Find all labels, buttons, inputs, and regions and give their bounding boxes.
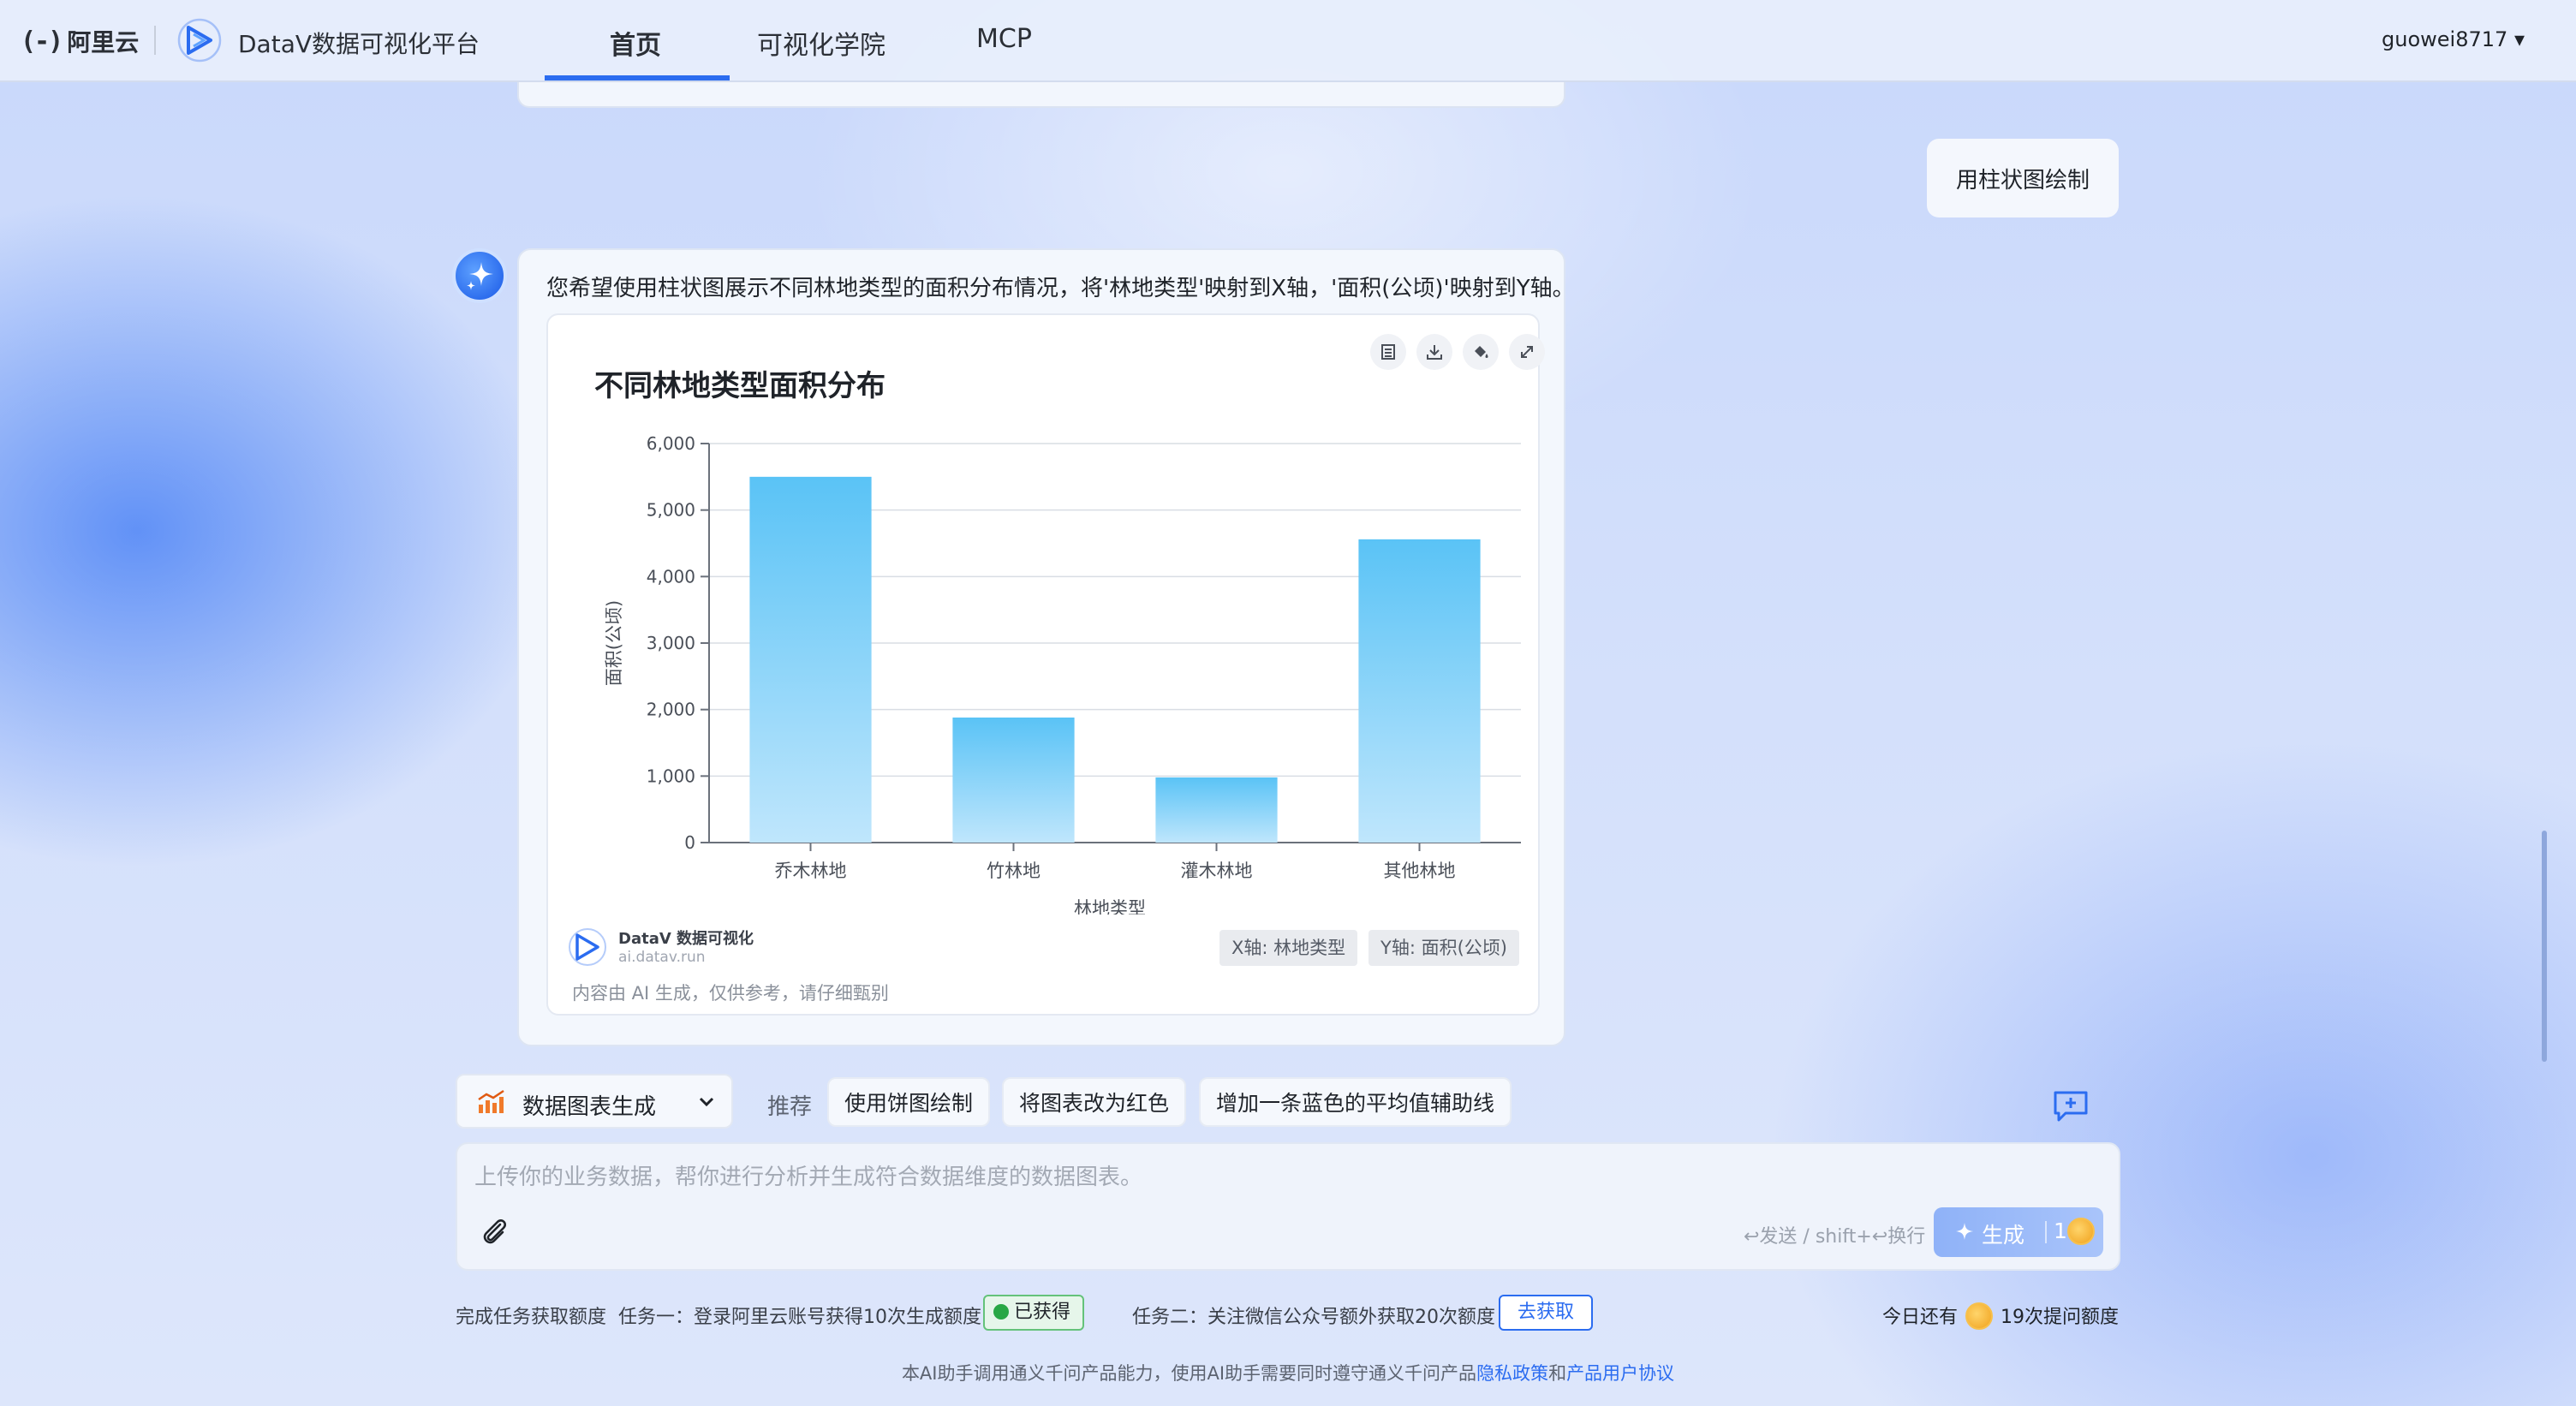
quota-remaining: 今日还有 19次提问额度 bbox=[1882, 1302, 2119, 1330]
x-tick-label: 其他林地 bbox=[1384, 861, 1456, 881]
coin-icon bbox=[1965, 1302, 1994, 1330]
check-circle-icon bbox=[993, 1304, 1009, 1320]
datav-logo-icon[interactable] bbox=[176, 17, 223, 63]
generate-button-divider bbox=[2045, 1221, 2047, 1243]
chart-card: 不同林地类型面积分布 0 1,000 2,000 3,000 4,000 5,000 6,0… bbox=[546, 313, 1545, 1016]
user-message-text: 用柱状图绘制 bbox=[1955, 167, 2090, 194]
previous-message-panel bbox=[517, 82, 1565, 108]
footer-disclaimer-text: 本AI助手调用通义千问产品能力，使用AI助手需要同时遵守通义千问产品 bbox=[901, 1363, 1477, 1384]
user-agreement-link[interactable]: 产品用户协议 bbox=[1566, 1363, 1674, 1384]
generate-button-label: 生成 bbox=[1982, 1223, 2025, 1248]
ai-message-text: 您希望使用柱状图展示不同林地类型的面积分布情况，将'林地类型'映射到X轴，'面积… bbox=[546, 276, 1575, 301]
x-tick-label: 灌木林地 bbox=[1181, 861, 1253, 881]
y-tick-label: 1,000 bbox=[647, 766, 695, 786]
y-tick-label: 4,000 bbox=[647, 566, 695, 587]
header-divider bbox=[154, 26, 156, 55]
x-tick-label: 竹林地 bbox=[987, 861, 1041, 881]
privacy-policy-link[interactable]: 隐私政策 bbox=[1476, 1363, 1548, 1384]
chart-title: 不同林地类型面积分布 bbox=[594, 369, 886, 403]
y-tick-label: 6,000 bbox=[647, 433, 695, 454]
user-menu[interactable]: guowei8717 ▾ bbox=[2382, 27, 2525, 51]
recommend-label: 推荐 bbox=[767, 1094, 813, 1120]
user-name: guowei8717 bbox=[2382, 27, 2508, 51]
ai-avatar bbox=[452, 248, 507, 303]
y-tick-label: 2,000 bbox=[647, 700, 695, 720]
generate-button[interactable]: 生成 1 bbox=[1934, 1207, 2103, 1257]
chart-footer-brand: DataV 数据可视化 bbox=[618, 930, 754, 948]
ai-message-panel: 您希望使用柱状图展示不同林地类型的面积分布情况，将'林地类型'映射到X轴，'面积… bbox=[517, 248, 1575, 1046]
sparkle-icon bbox=[467, 262, 493, 290]
x-tick-label: 乔木林地 bbox=[775, 861, 847, 881]
aliyun-logo[interactable]: (-) 阿里云 bbox=[21, 24, 139, 58]
task-one-text: 任务一：登录阿里云账号获得10次生成额度 bbox=[618, 1307, 981, 1328]
sparkle-icon bbox=[1956, 1223, 1973, 1240]
y-axis-tag: Y轴: 面积(公顷) bbox=[1368, 930, 1519, 966]
chevron-down-icon: ▾ bbox=[2513, 27, 2525, 51]
prompt-input[interactable] bbox=[474, 1159, 2084, 1194]
aliyun-mark: (-) bbox=[21, 26, 63, 57]
mode-select-label: 数据图表生成 bbox=[522, 1094, 657, 1120]
chevron-down-icon bbox=[699, 1097, 714, 1107]
paperclip-icon[interactable] bbox=[478, 1216, 512, 1250]
new-chat-icon[interactable] bbox=[2052, 1089, 2090, 1123]
task-one-status-label: 已获得 bbox=[1014, 1302, 1071, 1323]
top-nav-bar: (-) 阿里云 DataV数据可视化平台 首页 可视化学院 MCP guowei… bbox=[0, 0, 2576, 82]
suggestion-chip-pie[interactable]: 使用饼图绘制 bbox=[827, 1077, 991, 1127]
bar-chart: 不同林地类型面积分布 0 1,000 2,000 3,000 4,000 5,000 6,0… bbox=[594, 369, 1521, 914]
mode-select[interactable]: 数据图表生成 bbox=[456, 1074, 733, 1129]
send-shortcut-hint: ↩发送 / shift+↩换行 bbox=[1744, 1226, 1926, 1248]
suggestion-chip-avg-line[interactable]: 增加一条蓝色的平均值辅助线 bbox=[1199, 1077, 1512, 1127]
generate-cost: 1 bbox=[2054, 1218, 2067, 1243]
platform-title[interactable]: DataV数据可视化平台 bbox=[238, 26, 480, 60]
nav-mcp[interactable]: MCP bbox=[976, 24, 1032, 54]
bar[interactable] bbox=[952, 717, 1075, 843]
task-one-status-badge: 已获得 bbox=[983, 1295, 1085, 1331]
bar[interactable] bbox=[1358, 539, 1481, 843]
coin-icon bbox=[2067, 1218, 2095, 1245]
quota-suffix: 19次提问额度 bbox=[2001, 1307, 2120, 1328]
task-two-get-button[interactable]: 去获取 bbox=[1499, 1295, 1594, 1331]
y-tick-label: 0 bbox=[684, 832, 695, 853]
footer-and: 和 bbox=[1548, 1363, 1567, 1384]
prompt-input-box: ↩发送 / shift+↩换行 生成 1 bbox=[456, 1142, 2120, 1271]
nav-academy[interactable]: 可视化学院 bbox=[757, 24, 886, 62]
chart-footer-url: ai.datav.run bbox=[618, 949, 706, 966]
user-message-bubble: 用柱状图绘制 bbox=[1927, 139, 2119, 217]
task-two-text: 任务二：关注微信公众号额外获取20次额度 bbox=[1132, 1307, 1495, 1328]
nav-home[interactable]: 首页 bbox=[610, 24, 661, 62]
datav-footer-logo-icon bbox=[569, 928, 606, 966]
bar[interactable] bbox=[1155, 777, 1278, 843]
chart-trend-icon bbox=[478, 1089, 504, 1113]
scrollbar[interactable] bbox=[2542, 831, 2547, 1062]
bar[interactable] bbox=[749, 476, 872, 843]
x-axis-tag: X轴: 林地类型 bbox=[1219, 930, 1358, 966]
y-tick-label: 3,000 bbox=[647, 633, 695, 653]
y-tick-label: 5,000 bbox=[647, 500, 695, 521]
quota-prefix: 今日还有 bbox=[1882, 1307, 1959, 1328]
suggestion-chip-red[interactable]: 将图表改为红色 bbox=[1002, 1077, 1187, 1127]
task-intro: 完成任务获取额度 bbox=[456, 1307, 607, 1328]
footer-disclaimer: 本AI助手调用通义千问产品能力，使用AI助手需要同时遵守通义千问产品隐私政策和产… bbox=[0, 1360, 2576, 1385]
nav-active-indicator bbox=[545, 75, 730, 80]
ai-disclaimer-note: 内容由 AI 生成，仅供参考，请仔细甄别 bbox=[572, 983, 889, 1004]
x-axis-title: 林地类型 bbox=[1074, 898, 1146, 914]
aliyun-logo-text: 阿里云 bbox=[67, 28, 140, 57]
y-axis-title: 面积(公顷) bbox=[604, 600, 624, 686]
